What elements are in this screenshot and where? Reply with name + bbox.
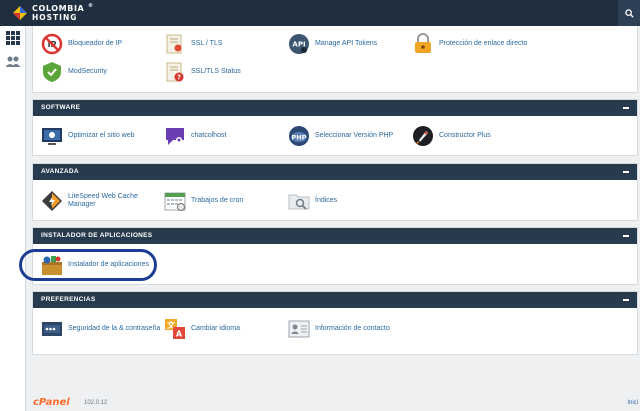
calendar-icon <box>164 190 186 212</box>
lock-link-icon <box>412 33 434 55</box>
instalador-panel: INSTALADOR DE APLICACIONES Instalador de… <box>32 227 638 285</box>
collapse-icon[interactable] <box>623 171 629 173</box>
tool-litespeed-cache[interactable]: LiteSpeed Web Cache Manager <box>41 189 143 213</box>
preferencias-panel: PREFERENCIAS Seguridad de la & contraseñ… <box>32 291 638 355</box>
language-icon: 文A <box>164 318 186 340</box>
cpanel-logo: cPanel <box>33 397 70 408</box>
sidebar <box>0 26 26 411</box>
tool-optimize-website[interactable]: Optimizar el sitio web <box>41 124 135 148</box>
tool-select-php-version[interactable]: PHP Seleccionar Versión PHP <box>288 124 393 148</box>
tool-label: Información de contacto <box>315 325 390 332</box>
footer-home-link[interactable]: Inici <box>627 400 638 406</box>
brand-logo[interactable]: COLOMBIA HOSTING ® <box>8 3 98 25</box>
tool-ssl-status[interactable]: ? SSL/TLS Status <box>164 60 241 84</box>
folder-search-icon <box>288 190 310 212</box>
brand-line-2: HOSTING <box>32 13 78 22</box>
tool-label: Seguridad de la & contraseña <box>68 325 161 332</box>
tool-ip-blocker[interactable]: IP Bloqueador de IP <box>41 32 122 56</box>
tool-chatcolhost[interactable]: chatcolhost <box>164 124 226 148</box>
tool-indexes[interactable]: Índices <box>288 189 337 213</box>
cpanel-version: 102.0.12 <box>84 400 108 406</box>
tool-hotlink-protection[interactable]: Protección de enlace directo <box>412 32 527 56</box>
tool-constructor-plus[interactable]: Constructor Plus <box>412 124 491 148</box>
brand-mark-icon <box>13 6 27 20</box>
tool-contact-info[interactable]: Información de contacto <box>288 317 390 341</box>
tool-change-language[interactable]: 文A Cambiar idioma <box>164 317 240 341</box>
contact-card-icon <box>288 318 310 340</box>
tool-label: Cambiar idioma <box>191 325 241 332</box>
tool-label: Protección de enlace directo <box>439 40 528 47</box>
tool-label: Seleccionar Versión PHP <box>315 132 394 139</box>
svg-text:PHP: PHP <box>292 134 307 142</box>
certificate-status-icon: ? <box>164 61 186 83</box>
password-icon <box>41 318 63 340</box>
tool-label: Optimizar el sitio web <box>68 132 135 139</box>
tool-label: Índices <box>315 197 338 204</box>
tool-label: Trabajos de cron <box>191 197 244 204</box>
avanzada-panel: AVANZADA LiteSpeed Web Cache Manager Tra… <box>32 163 638 221</box>
software-panel-header[interactable]: SOFTWARE <box>33 100 637 116</box>
optimize-icon <box>41 125 63 147</box>
brand-line-1: COLOMBIA <box>32 4 85 13</box>
top-bar: COLOMBIA HOSTING ® <box>0 0 640 26</box>
avanzada-panel-header[interactable]: AVANZADA <box>33 164 637 180</box>
grid-icon[interactable] <box>5 30 21 46</box>
preferencias-panel-header[interactable]: PREFERENCIAS <box>33 292 637 308</box>
brand-reg: ® <box>88 3 94 9</box>
certificate-icon <box>164 33 186 55</box>
software-panel: SOFTWARE Optimizar el sitio web chatcolh… <box>32 99 638 156</box>
users-icon[interactable] <box>5 54 21 70</box>
php-icon: PHP <box>288 125 310 147</box>
litespeed-icon <box>41 190 63 212</box>
collapse-icon[interactable] <box>623 107 629 109</box>
tool-modsecurity[interactable]: ModSecurity <box>41 60 107 84</box>
rocket-icon <box>412 125 434 147</box>
svg-text:?: ? <box>177 74 181 82</box>
tool-cron-jobs[interactable]: Trabajos de cron <box>164 189 243 213</box>
tool-label: Constructor Plus <box>439 132 491 139</box>
collapse-icon[interactable] <box>623 299 629 301</box>
panel-title: SOFTWARE <box>41 104 81 111</box>
tool-ssl-tls[interactable]: SSL / TLS <box>164 32 223 56</box>
tool-app-installer[interactable]: Instalador de aplicaciones <box>41 253 149 277</box>
tool-label: SSL / TLS <box>191 40 223 47</box>
chat-icon <box>164 125 186 147</box>
shield-icon <box>41 61 63 83</box>
tool-label: LiteSpeed Web Cache Manager <box>68 193 138 208</box>
security-panel: IP Bloqueador de IP SSL / TLS API Manage… <box>32 26 638 93</box>
panel-title: PREFERENCIAS <box>41 296 96 303</box>
tool-label: SSL/TLS Status <box>191 68 241 75</box>
tool-label: Bloqueador de IP <box>68 40 123 47</box>
tool-label: ModSecurity <box>68 68 107 75</box>
panel-title: INSTALADOR DE APLICACIONES <box>41 232 153 239</box>
tool-password-security[interactable]: Seguridad de la & contraseña <box>41 317 160 341</box>
search-icon <box>624 8 634 18</box>
svg-text:A: A <box>176 330 183 339</box>
api-icon: API <box>288 33 310 55</box>
search-button[interactable] <box>618 0 640 26</box>
tool-label: Manage API Tokens <box>315 40 378 47</box>
tool-label: Instalador de aplicaciones <box>68 261 149 268</box>
app-installer-icon <box>41 254 63 276</box>
tool-api-tokens[interactable]: API Manage API Tokens <box>288 32 377 56</box>
collapse-icon[interactable] <box>623 235 629 237</box>
tool-label: chatcolhost <box>191 132 227 139</box>
panel-title: AVANZADA <box>41 168 79 175</box>
ip-blocker-icon: IP <box>41 33 63 55</box>
instalador-panel-header[interactable]: INSTALADOR DE APLICACIONES <box>33 228 637 244</box>
